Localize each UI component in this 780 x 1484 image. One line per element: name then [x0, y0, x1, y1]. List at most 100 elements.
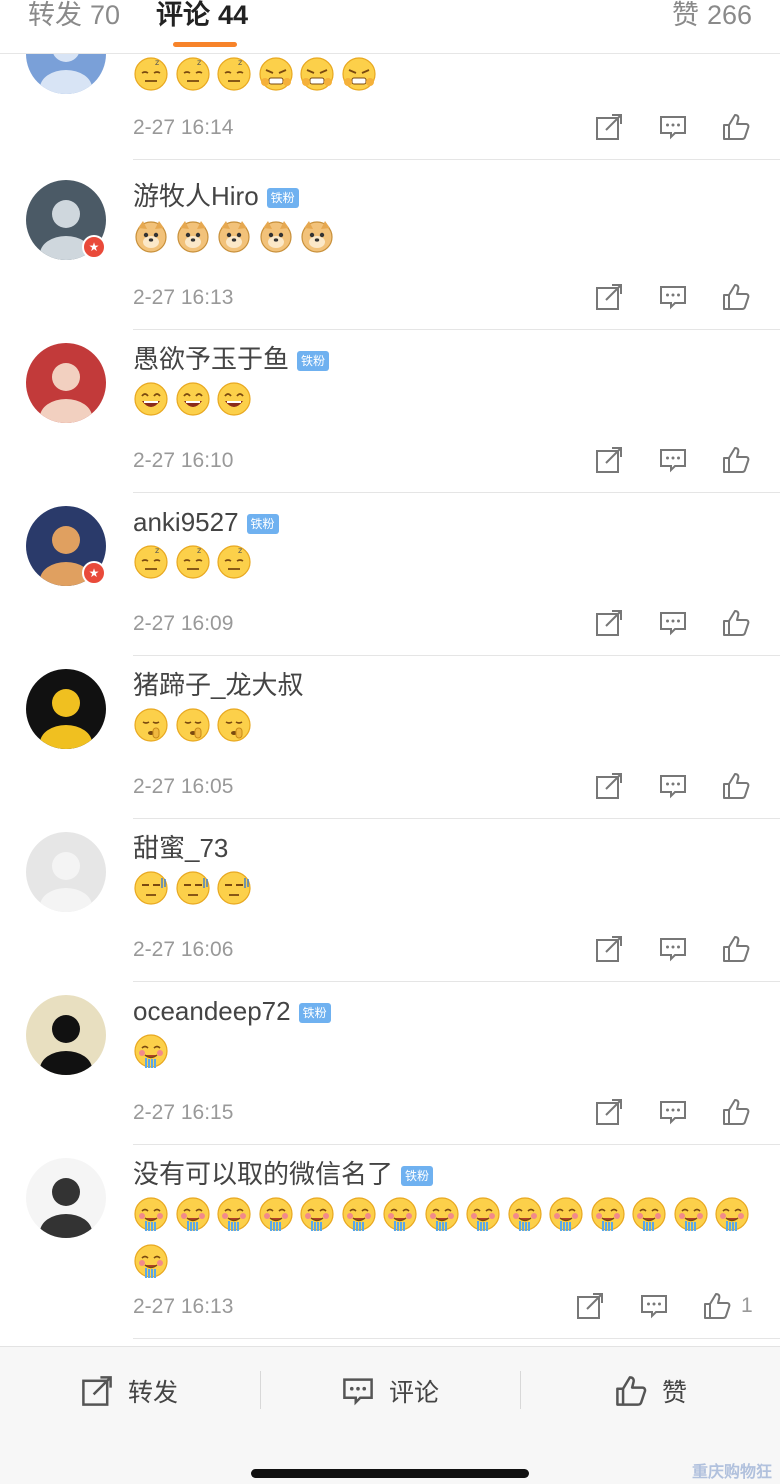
- emoji-awkward-icon: [175, 870, 211, 906]
- emoji-doge-icon: [216, 218, 252, 254]
- comment-reply-button[interactable]: [658, 608, 688, 638]
- comment-reply-button[interactable]: [639, 1291, 669, 1321]
- reply-icon: [660, 449, 686, 473]
- tab-likes[interactable]: 赞 266: [672, 0, 752, 30]
- emoji-sleepy-icon: z: [133, 56, 169, 92]
- comment-username[interactable]: anki9527 铁粉: [133, 507, 279, 537]
- comment-like-button[interactable]: [721, 771, 751, 801]
- user-avatar[interactable]: [26, 832, 106, 912]
- comment-username[interactable]: 游牧人Hiro 铁粉: [133, 181, 299, 211]
- emoji-shush-icon: [133, 707, 169, 743]
- emoji-crave-icon: [548, 1196, 584, 1232]
- comment-like-button[interactable]: [721, 282, 751, 312]
- comment-divider: [133, 492, 780, 493]
- comment-emoji-content: [133, 1033, 763, 1080]
- emoji-doge-icon: [175, 218, 211, 254]
- svg-text:z: z: [155, 58, 159, 67]
- emoji-laugh-icon: [216, 381, 252, 417]
- username-text: 没有可以取的微信名了: [133, 1159, 394, 1189]
- reply-icon: [660, 116, 686, 140]
- comment-divider: [133, 159, 780, 160]
- comment-username[interactable]: 愚欲予玉于鱼 铁粉: [133, 344, 330, 374]
- share-icon: [596, 773, 622, 799]
- comment-share-button[interactable]: [575, 1291, 605, 1321]
- emoji-angry-icon: [258, 56, 294, 92]
- user-avatar[interactable]: [26, 1158, 106, 1238]
- comment-share-button[interactable]: [594, 282, 624, 312]
- comment-username[interactable]: 甜蜜_73: [133, 833, 228, 863]
- comment-emoji-content: zzz: [133, 56, 763, 103]
- emoji-crave-icon: [133, 1196, 169, 1232]
- comment-timestamp: 2-27 16:15: [133, 1101, 234, 1124]
- comment-like-button[interactable]: [702, 1291, 732, 1321]
- comment-share-button[interactable]: [594, 1097, 624, 1127]
- comment-reply-button[interactable]: [658, 1097, 688, 1127]
- emoji-crave-icon: [673, 1196, 709, 1232]
- comment-username[interactable]: 猪蹄子_龙大叔: [133, 670, 303, 700]
- comment-timestamp: 2-27 16:13: [133, 1295, 234, 1318]
- thumbs-up-icon: [704, 1293, 731, 1319]
- comment-emoji-content: [133, 707, 763, 754]
- comment-reply-button[interactable]: [658, 445, 688, 475]
- emoji-doge-icon: [258, 218, 294, 254]
- tab-bar: 转发 70 评论 44 赞 266: [0, 0, 780, 54]
- comment-like-button[interactable]: [721, 934, 751, 964]
- share-icon: [596, 1099, 622, 1125]
- comment-share-button[interactable]: [594, 445, 624, 475]
- thumbs-up-icon: [723, 936, 750, 962]
- comment-like-button[interactable]: [721, 445, 751, 475]
- share-icon: [596, 610, 622, 636]
- user-avatar[interactable]: [26, 343, 106, 423]
- comment-share-button[interactable]: [594, 608, 624, 638]
- comment-username[interactable]: oceandeep72 铁粉: [133, 996, 331, 1026]
- comment-share-button[interactable]: [594, 771, 624, 801]
- user-avatar[interactable]: [26, 995, 106, 1075]
- svg-text:z: z: [197, 546, 201, 555]
- comment-share-button[interactable]: [594, 112, 624, 142]
- comment-emoji-content: [133, 870, 763, 917]
- emoji-crave-icon: [133, 1243, 169, 1279]
- comment-like-button[interactable]: [721, 1097, 751, 1127]
- bottom-repost-label: 转发: [128, 1379, 179, 1407]
- bottom-repost-button[interactable]: 转发: [80, 1373, 178, 1409]
- user-avatar[interactable]: [26, 669, 106, 749]
- tab-repost-count: 70: [90, 0, 121, 30]
- share-icon: [596, 284, 622, 310]
- comment-like-button[interactable]: [721, 608, 751, 638]
- thumbs-up-icon: [723, 773, 750, 799]
- comment-divider: [133, 655, 780, 656]
- tab-repost[interactable]: 转发 70: [28, 0, 120, 30]
- comment-reply-button[interactable]: [658, 112, 688, 142]
- comment-username[interactable]: 没有可以取的微信名了 铁粉: [133, 1159, 434, 1189]
- thumbs-up-icon: [723, 1099, 750, 1125]
- username-text: oceandeep72: [133, 996, 291, 1026]
- share-icon: [596, 114, 622, 140]
- emoji-laugh-icon: [133, 381, 169, 417]
- thumbs-up-icon: [616, 1376, 647, 1406]
- comment-emoji-content: [133, 381, 763, 428]
- emoji-doge-icon: [133, 218, 169, 254]
- emoji-sleepy-icon: z: [175, 544, 211, 580]
- emoji-shush-icon: [175, 707, 211, 743]
- username-text: anki9527: [133, 507, 239, 537]
- active-tab-indicator: [173, 42, 237, 47]
- fan-badge: 铁粉: [298, 1003, 331, 1023]
- emoji-crave-icon: [382, 1196, 418, 1232]
- comment-share-button[interactable]: [594, 934, 624, 964]
- share-icon: [577, 1293, 603, 1319]
- comment-like-button[interactable]: [721, 112, 751, 142]
- bottom-separator: [520, 1371, 521, 1409]
- emoji-doge-icon: [299, 218, 335, 254]
- reply-icon: [660, 612, 686, 636]
- comment-like-count: 1: [741, 1294, 753, 1317]
- bottom-like-button[interactable]: 赞: [614, 1373, 687, 1409]
- svg-text:z: z: [155, 546, 159, 555]
- comment-reply-button[interactable]: [658, 934, 688, 964]
- comment-reply-button[interactable]: [658, 282, 688, 312]
- emoji-crave-icon: [424, 1196, 460, 1232]
- verified-star-icon: ★: [82, 561, 106, 585]
- emoji-sleepy-icon: z: [133, 544, 169, 580]
- comment-reply-button[interactable]: [658, 771, 688, 801]
- bottom-comment-button[interactable]: 评论: [341, 1373, 439, 1409]
- thumbs-up-icon: [723, 284, 750, 310]
